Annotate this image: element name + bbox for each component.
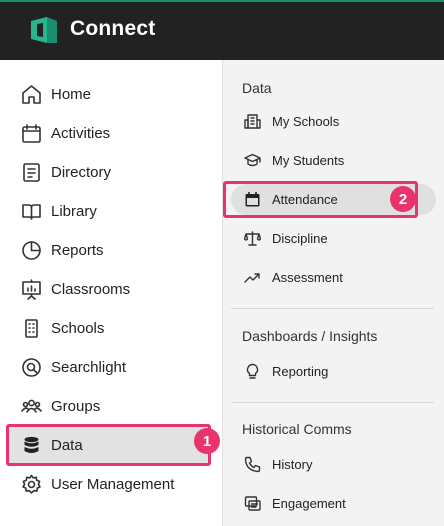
gear-icon [21, 474, 42, 495]
submenu-item-assessment[interactable]: Assessment [231, 262, 436, 293]
sidebar-item-label: Searchlight [51, 359, 127, 376]
submenu-item-reporting[interactable]: Reporting [231, 356, 436, 387]
sidebar-item-reports[interactable]: Reports [0, 231, 222, 270]
calendar-icon [21, 123, 42, 144]
sidebar-item-schools[interactable]: Schools [0, 309, 222, 348]
searchlight-icon [21, 357, 42, 378]
sidebar-item-label: Schools [51, 320, 105, 337]
section-title-data: Data [242, 80, 272, 96]
main-sidebar: Home Activities Directory Library Report… [0, 60, 222, 526]
section-title-dashboards: Dashboards / Insights [242, 328, 378, 344]
top-bar: Connect [0, 0, 444, 60]
data-submenu-panel: Data My Schools My Students Attendance D… [223, 60, 444, 526]
submenu-item-label: Reporting [272, 364, 329, 379]
sidebar-item-label: Classrooms [51, 281, 131, 298]
sidebar-item-label: Home [51, 86, 92, 103]
sidebar-item-label: Directory [51, 164, 112, 181]
sidebar-item-directory[interactable]: Directory [0, 153, 222, 192]
calendar-filled-icon [244, 191, 261, 208]
app-title: Connect [70, 17, 156, 40]
trend-icon [244, 269, 261, 286]
graduation-cap-icon [244, 152, 261, 169]
directory-icon [21, 162, 42, 183]
pie-chart-icon [21, 240, 42, 261]
sidebar-item-groups[interactable]: Groups [0, 387, 222, 426]
submenu-item-label: History [272, 457, 313, 472]
building-icon [21, 318, 42, 339]
sidebar-item-library[interactable]: Library [0, 192, 222, 231]
section-divider [231, 402, 434, 403]
submenu-item-history[interactable]: History [231, 449, 436, 480]
annotation-badge-1: 1 [194, 428, 220, 454]
submenu-item-label: Engagement [272, 496, 346, 511]
submenu-item-label: My Students [272, 153, 345, 168]
sidebar-item-label: Reports [51, 242, 104, 259]
sidebar-item-label: Groups [51, 398, 101, 415]
sidebar-item-classrooms[interactable]: Classrooms [0, 270, 222, 309]
database-icon [21, 435, 42, 456]
sidebar-item-data[interactable]: Data [7, 426, 210, 465]
lightbulb-icon [244, 363, 261, 380]
sidebar-item-activities[interactable]: Activities [0, 114, 222, 153]
groups-icon [21, 396, 42, 417]
scales-icon [244, 230, 261, 247]
school-icon [244, 113, 261, 130]
sidebar-item-label: User Management [51, 476, 175, 493]
home-icon [21, 84, 42, 105]
sidebar-item-label: Library [51, 203, 97, 220]
brand-accent-line [0, 0, 444, 2]
submenu-item-my-students[interactable]: My Students [231, 145, 436, 176]
phone-icon [244, 456, 261, 473]
submenu-item-label: My Schools [272, 114, 340, 129]
sidebar-item-searchlight[interactable]: Searchlight [0, 348, 222, 387]
presentation-icon [21, 279, 42, 300]
section-divider [231, 308, 434, 309]
sidebar-item-home[interactable]: Home [0, 75, 222, 114]
sidebar-item-label: Data [51, 437, 83, 454]
submenu-item-engagement[interactable]: Engagement [231, 488, 436, 519]
sidebar-item-label: Activities [51, 125, 111, 142]
submenu-item-discipline[interactable]: Discipline [231, 223, 436, 254]
engagement-icon [244, 495, 261, 512]
submenu-item-label: Discipline [272, 231, 328, 246]
submenu-item-label: Assessment [272, 270, 343, 285]
annotation-badge-2: 2 [390, 186, 416, 212]
submenu-item-label: Attendance [272, 192, 338, 207]
connect-logo-icon[interactable] [29, 15, 59, 45]
submenu-item-my-schools[interactable]: My Schools [231, 106, 436, 137]
sidebar-item-user-management[interactable]: User Management [0, 465, 222, 504]
section-title-historical-comms: Historical Comms [242, 421, 352, 437]
book-icon [21, 201, 42, 222]
